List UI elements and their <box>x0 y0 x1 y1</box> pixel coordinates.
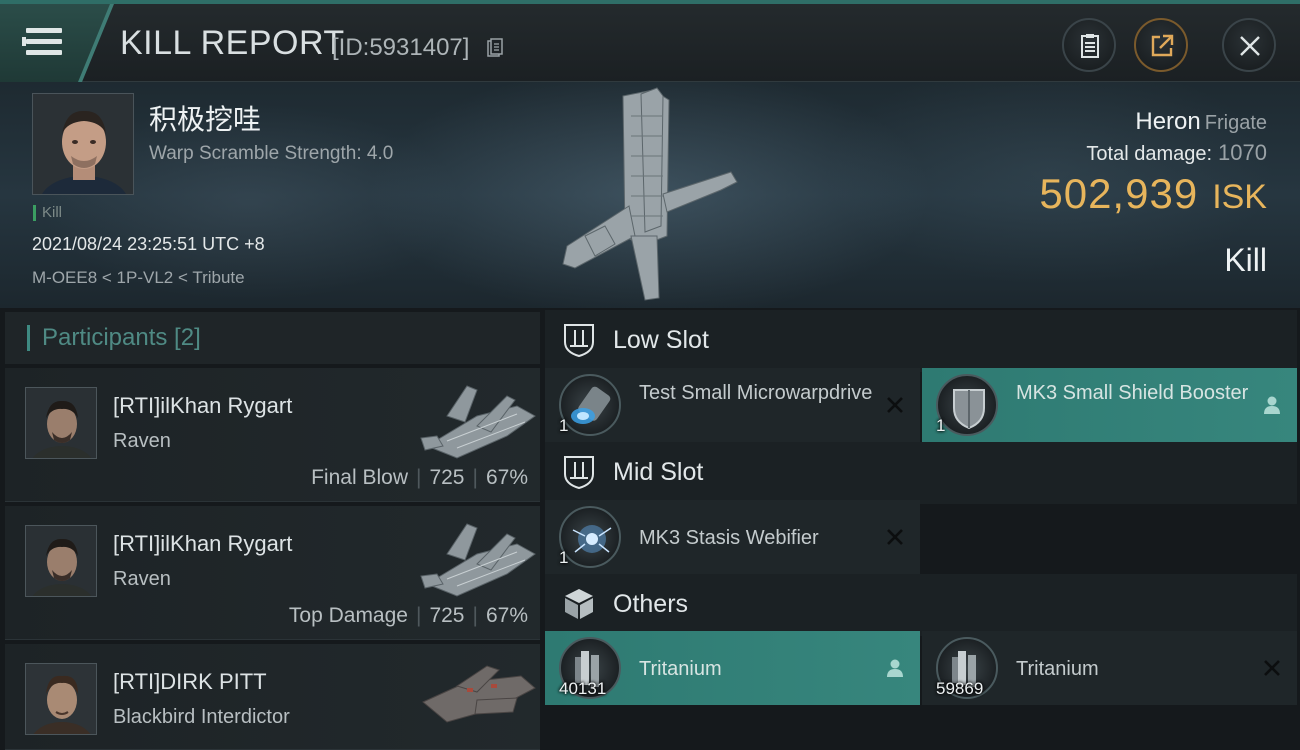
participant-ship-image <box>422 665 536 723</box>
item-name: MK3 Stasis Webifier <box>639 527 819 549</box>
fitting-item[interactable]: 1 Test Small Microwarpdrive <box>545 368 920 442</box>
isk-amount: 502,939 <box>1039 170 1199 217</box>
others-header: Others <box>545 574 1297 636</box>
item-name: MK3 Small Shield Booster <box>1016 382 1249 404</box>
isk-value: 502,939 ISK <box>1039 170 1267 218</box>
participant-name: [RTI]ilKhan Rygart <box>113 393 293 418</box>
participant-avatar: + <box>25 663 97 735</box>
participant-role: Final Blow <box>311 466 408 489</box>
victim-ship-image <box>562 87 738 301</box>
report-id: [ID:5931407] <box>332 34 470 61</box>
total-damage: Total damage: 1070 <box>1086 140 1267 166</box>
fitting-item[interactable]: 1 MK3 Stasis Webifier <box>545 500 920 574</box>
share-icon <box>1151 34 1174 57</box>
item-name: Tritanium <box>639 658 722 680</box>
participant-stats: Final Blow | 725 | 67% <box>311 466 528 489</box>
participants-title: Participants [2] <box>27 325 201 351</box>
destroyed-x-icon <box>1264 660 1280 676</box>
participant-row[interactable]: + [RTI]DIRK PITT Blackbird Interdictor <box>5 644 540 750</box>
participant-percent: 67% <box>485 466 528 489</box>
participant-role: Top Damage <box>288 604 408 627</box>
participant-ship: Raven <box>113 568 171 590</box>
item-quantity: 59869 <box>936 679 984 698</box>
kill-timestamp: 2021/08/24 23:25:51 UTC +8 <box>32 234 265 254</box>
participant-ship-image <box>420 523 536 597</box>
participant-name: [RTI]ilKhan Rygart <box>113 531 293 556</box>
cube-icon <box>565 589 593 619</box>
copy-icon[interactable] <box>487 38 503 58</box>
avatar-image <box>26 388 96 458</box>
total-damage-label: Total damage: <box>1086 143 1213 165</box>
avatar-image <box>26 526 96 596</box>
participant-row[interactable]: [RTI]ilKhan Rygart Raven Final Blow | 725 |… <box>5 368 540 502</box>
item-name: Test Small Microwarpdrive <box>639 382 873 404</box>
others-title: Others <box>613 590 689 618</box>
mid-slot-header: Mid Slot <box>545 442 1297 504</box>
item-quantity: 1 <box>559 548 569 567</box>
portrait-image <box>33 94 133 194</box>
dropped-person-icon <box>1264 396 1280 414</box>
low-slot-icon <box>564 324 594 358</box>
clipboard-icon <box>1081 34 1099 58</box>
header-bar: KILL REPORT [ID:5931407] <box>0 0 1300 82</box>
participant-damage: 725 <box>429 466 465 489</box>
participant-ship-image <box>420 385 536 459</box>
victim-summary: 积极挖哇 Warp Scramble Strength: 4.0 Kill 20… <box>0 82 1300 308</box>
victim-name: 积极挖哇 <box>149 103 262 136</box>
destroyed-x-icon <box>887 529 903 545</box>
ship-class: Frigate <box>1204 112 1267 134</box>
participant-damage: 725 <box>429 604 465 627</box>
victim-portrait[interactable] <box>32 93 134 195</box>
kill-location: M-OEE8 < 1P-VL2 < Tribute <box>32 268 245 287</box>
close-icon <box>1240 36 1260 56</box>
fitting-item[interactable]: 59869 Tritanium <box>922 631 1297 705</box>
participant-avatar <box>25 525 97 597</box>
total-damage-value: 1070 <box>1218 140 1267 165</box>
clipboard-button[interactable] <box>1062 18 1116 72</box>
kill-tag: Kill <box>33 205 62 221</box>
menu-tab[interactable] <box>0 4 110 82</box>
mid-slot-icon <box>564 456 594 490</box>
avatar-image <box>26 664 96 734</box>
participant-name: [RTI]DIRK PITT <box>113 669 267 694</box>
hamburger-icon[interactable] <box>22 28 62 56</box>
page-title: KILL REPORT <box>120 24 345 62</box>
isk-unit: ISK <box>1212 178 1267 216</box>
participant-avatar <box>25 387 97 459</box>
close-button[interactable] <box>1222 18 1276 72</box>
item-quantity: 1 <box>559 416 569 435</box>
low-slot-title: Low Slot <box>613 326 709 354</box>
item-quantity: 1 <box>936 416 946 435</box>
item-name: Tritanium <box>1016 658 1099 680</box>
participant-percent: 67% <box>485 604 528 627</box>
participants-header: Participants [2] <box>5 312 540 364</box>
warp-scramble-strength: Warp Scramble Strength: 4.0 <box>149 143 394 164</box>
ship-name: Heron <box>1135 108 1201 135</box>
fitting-item[interactable]: 40131 Tritanium <box>545 631 920 705</box>
participant-ship: Blackbird Interdictor <box>113 706 290 728</box>
participant-stats: Top Damage | 725 | 67% <box>288 604 528 627</box>
destroyed-x-icon <box>887 397 903 413</box>
mid-slot-title: Mid Slot <box>613 458 704 486</box>
low-slot-header: Low Slot <box>545 310 1297 372</box>
kill-result: Kill <box>1224 242 1267 278</box>
share-button[interactable] <box>1134 18 1188 72</box>
fitting-item[interactable]: 1 MK3 Small Shield Booster <box>922 368 1297 442</box>
victim-ship: Heron Frigate <box>1135 108 1267 136</box>
item-quantity: 40131 <box>559 679 607 698</box>
participant-ship: Raven <box>113 430 171 452</box>
participant-row[interactable]: [RTI]ilKhan Rygart Raven Top Damage | 725 |… <box>5 506 540 640</box>
dropped-person-icon <box>887 659 903 677</box>
